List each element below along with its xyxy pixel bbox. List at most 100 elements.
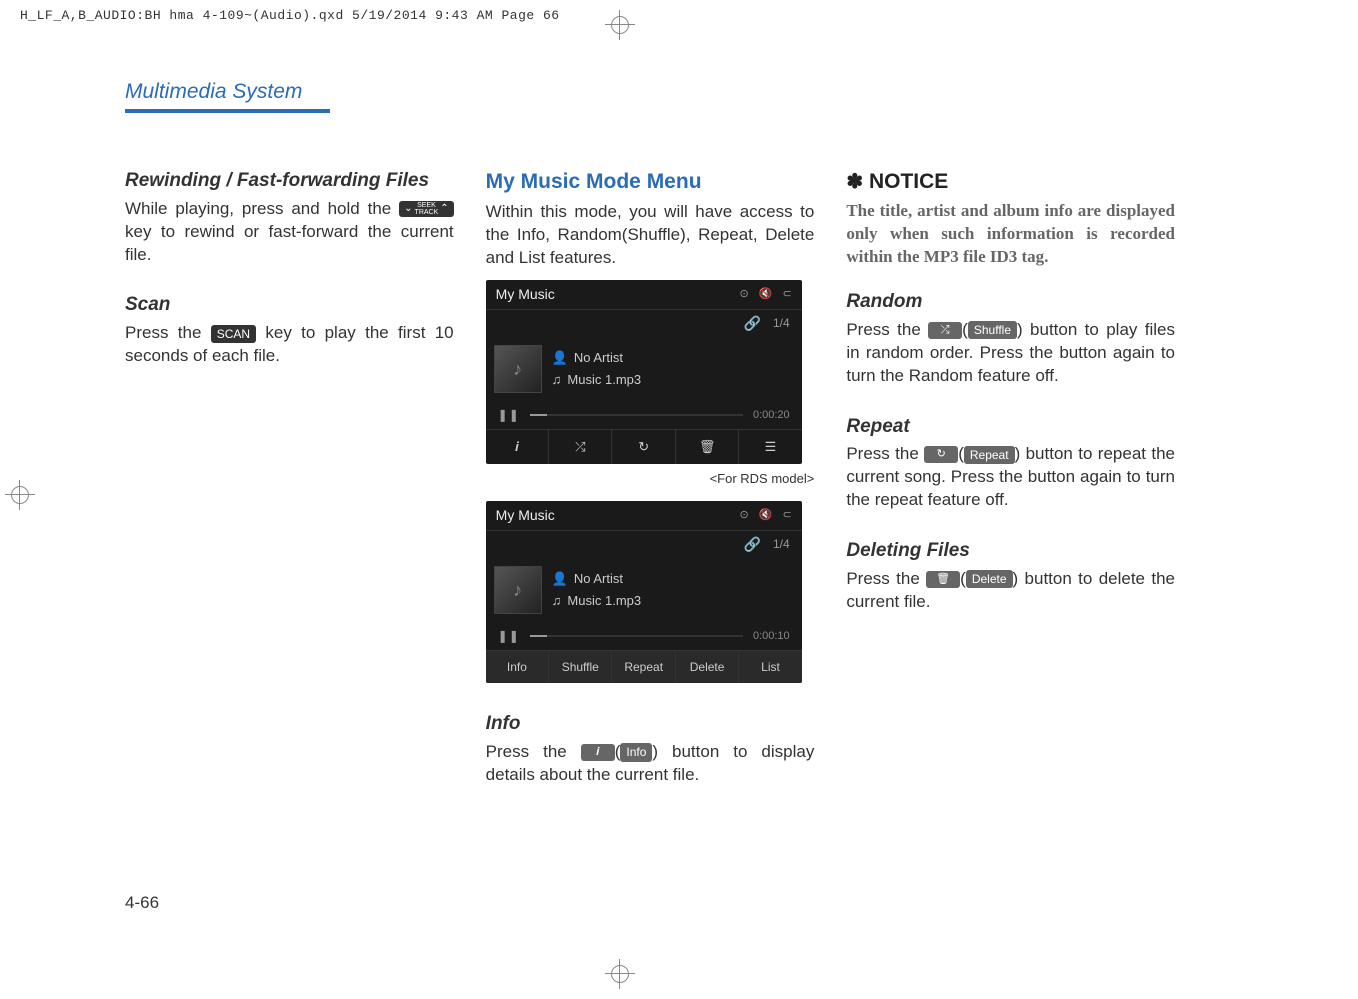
column-1: Rewinding / Fast-forwarding Files While … [125,168,454,813]
track-counter: 1/4 [773,536,790,552]
heading-rewind: Rewinding / Fast-forwarding Files [125,168,454,194]
album-art-icon: ♪ [494,345,542,393]
text: Press the [125,323,211,342]
elapsed-time: 0:00:20 [753,408,790,423]
footer-repeat-icon: ↻ [612,430,675,464]
snowflake-icon: ✽ [846,171,863,193]
scr-title: My Music [496,285,555,304]
mute-icon: 🔇 [759,508,773,523]
notice-label: NOTICE [869,170,948,193]
progress-bar [530,414,743,416]
track-info: 👤No Artist ♫Music 1.mp3 [552,349,641,388]
scr-status-icons: ⊙ 🔇 ⊂ [740,508,792,523]
scr-footer: Info Shuffle Repeat Delete List [486,650,802,683]
loop-icon: ⊂ [782,287,791,302]
repeat-icon-button: ↻ [924,446,958,463]
para-rewind: While playing, press and hold the ⌄ SEEK… [125,198,454,267]
heading-repeat: Repeat [846,414,1175,440]
footer-delete-btn: Delete [676,651,739,683]
scr-subheader: 🔗 1/4 [486,531,802,558]
para-deleting: Press the 🗑(Delete) button to delete the… [846,568,1175,614]
seek-track-key: ⌄ SEEK TRACK ⌃ [399,201,454,217]
album-art-icon: ♪ [494,566,542,614]
chain-icon: 🔗 [744,314,761,333]
notice-text: The title, artist and album info are dis… [846,200,1175,269]
pause-icon: ❚❚ [498,407,520,423]
para-mymusic: Within this mode, you will have access t… [486,201,815,270]
chain-icon: 🔗 [744,535,761,554]
footer-info-btn: Info [486,651,549,683]
delete-label: Delete [966,570,1013,588]
track-filename: Music 1.mp3 [567,371,641,389]
registration-mark-top [605,10,635,40]
note-icon: ♫ [552,371,562,389]
caption-rds: <For RDS model> [486,470,815,488]
heading-scan: Scan [125,292,454,318]
disc-icon: ⊙ [740,508,749,523]
scr-header: My Music ⊙ 🔇 ⊂ [486,501,802,531]
footer-shuffle-btn: Shuffle [549,651,612,683]
scr-status-icons: ⊙ 🔇 ⊂ [740,287,792,302]
column-3: ✽ NOTICE The title, artist and album inf… [846,168,1175,813]
loop-icon: ⊂ [782,508,791,523]
scr-footer: 𝒊 ⤮ ↻ 🗑 ☰ [486,429,802,464]
scr-subheader: 🔗 1/4 [486,310,802,337]
delete-icon-button: 🗑 [926,571,960,588]
chevron-up-icon: ⌃ [438,204,450,214]
scan-key: SCAN [211,325,256,343]
scr-header: My Music ⊙ 🔇 ⊂ [486,280,802,310]
para-info: Press the 𝒊(Info) button to display deta… [486,741,815,787]
shuffle-icon-button: ⤮ [928,322,962,339]
print-header: H_LF_A,B_AUDIO:BH hma 4-109~(Audio).qxd … [20,8,560,23]
page-content: Multimedia System Rewinding / Fast-forwa… [125,80,1175,813]
person-icon: 👤 [552,570,568,588]
section-underline [125,109,330,113]
artist-name: No Artist [574,349,623,367]
mute-icon: 🔇 [759,287,773,302]
scr-body: ♪ 👤No Artist ♫Music 1.mp3 [486,337,802,401]
footer-repeat-btn: Repeat [612,651,675,683]
footer-list-btn: List [739,651,801,683]
screenshot-rds: My Music ⊙ 🔇 ⊂ 🔗 1/4 ♪ 👤No Artist ♫Mus [486,280,802,464]
scr-progress: ❚❚ 0:00:10 [486,622,802,650]
pause-icon: ❚❚ [498,628,520,644]
page-number: 4-66 [125,893,159,913]
seek-label-bottom: TRACK [415,209,439,216]
shuffle-label: Shuffle [968,321,1017,339]
notice-heading: ✽ NOTICE [846,168,1175,196]
scr-body: ♪ 👤 No Artist ♫ Music 1.mp3 [486,558,802,622]
footer-delete-icon: 🗑 [676,430,739,464]
heading-random: Random [846,289,1175,315]
info-icon-button: 𝒊 [581,744,615,761]
text: Press the [846,444,924,463]
seek-label-top: SEEK [415,202,439,209]
heading-deleting: Deleting Files [846,538,1175,564]
text: Press the [846,569,926,588]
track-filename: Music 1.mp3 [567,592,641,610]
track-info: 👤 No Artist ♫ Music 1.mp3 [552,570,641,609]
columns: Rewinding / Fast-forwarding Files While … [125,168,1175,813]
heading-mymusic: My Music Mode Menu [486,168,815,196]
text: While playing, press and hold the [125,199,399,218]
registration-mark-left [5,480,35,510]
screenshot-standard: My Music ⊙ 🔇 ⊂ 🔗 1/4 ♪ 👤No Artist ♫Mus [486,501,802,683]
text: key to rewind or fast-forward the curren… [125,222,454,264]
column-2: My Music Mode Menu Within this mode, you… [486,168,815,813]
track-counter: 1/4 [773,315,790,331]
footer-info-icon: 𝒊 [486,430,549,464]
heading-info: Info [486,711,815,737]
artist-name: No Artist [574,570,623,588]
note-icon: ♫ [552,592,562,610]
registration-mark-bottom [605,959,635,989]
progress-bar [530,635,743,637]
repeat-label: Repeat [964,446,1015,464]
scr-title: My Music [496,506,555,525]
footer-shuffle-icon: ⤮ [549,430,612,464]
chevron-down-icon: ⌄ [402,204,414,214]
para-repeat: Press the ↻(Repeat) button to repeat the… [846,443,1175,512]
para-random: Press the ⤮(Shuffle) button to play file… [846,319,1175,388]
elapsed-time: 0:00:10 [753,629,790,644]
info-label: Info [620,743,652,761]
scr-progress: ❚❚ 0:00:20 [486,401,802,429]
disc-icon: ⊙ [740,287,749,302]
